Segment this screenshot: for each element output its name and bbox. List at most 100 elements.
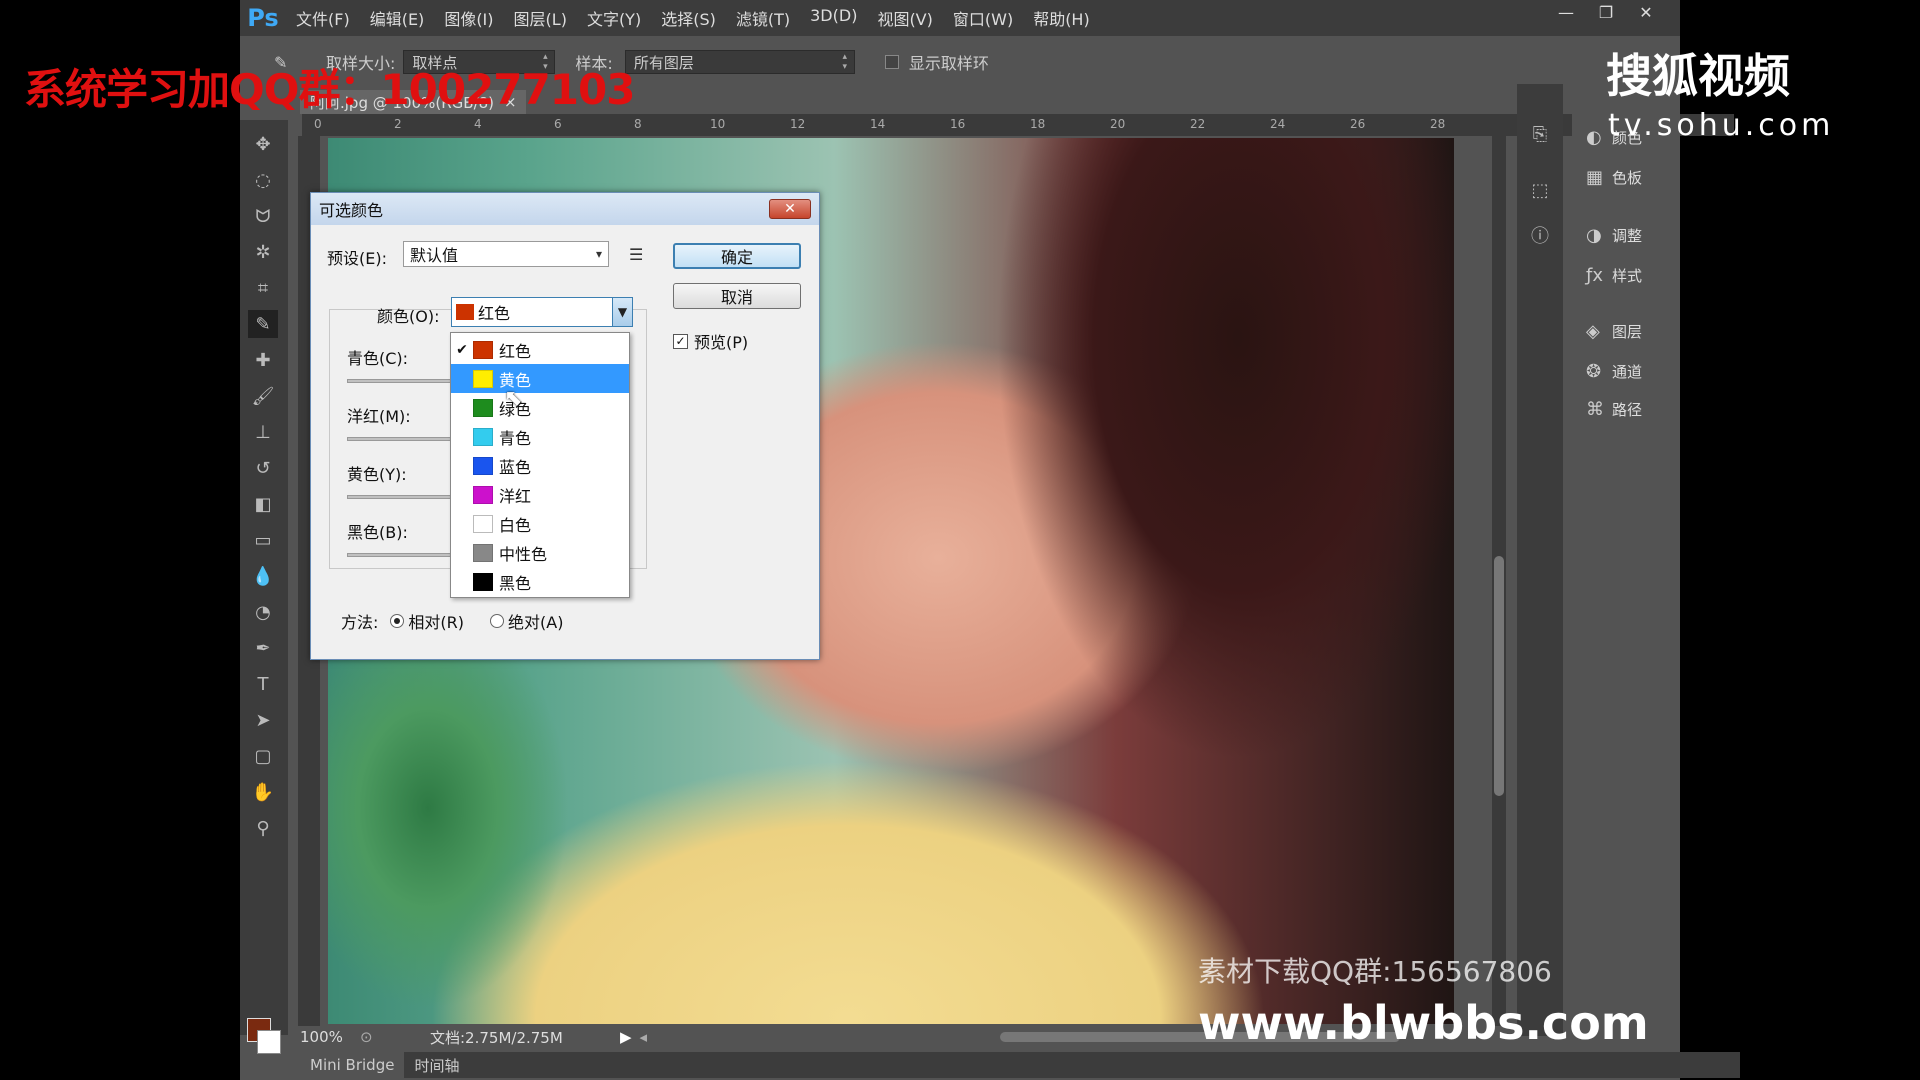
healing-brush-tool-icon[interactable]: ✚ xyxy=(248,346,278,374)
eraser-tool-icon[interactable]: ◧ xyxy=(248,490,278,518)
preset-select[interactable]: 默认值 xyxy=(403,241,609,267)
magic-wand-tool-icon[interactable]: ✲ xyxy=(248,238,278,266)
checkmark-icon: ✔ xyxy=(456,341,468,358)
panel-list: ◐ 颜色 ▦ 色板 ◑ 调整 ƒx 样式 ◈ 图层 ❂ 通道 ⌘ 路径 xyxy=(1572,84,1680,1036)
dropdown-item-label: 中性色 xyxy=(499,544,548,564)
panel-channels[interactable]: ❂ 通道 xyxy=(1572,354,1680,388)
preset-options-icon[interactable]: ☰ xyxy=(629,245,643,264)
show-ring-checkbox[interactable] xyxy=(884,55,899,69)
tab-timeline[interactable]: 时间轴 xyxy=(404,1052,469,1078)
absolute-label[interactable]: 绝对(A) xyxy=(508,609,563,633)
absolute-radio[interactable] xyxy=(490,614,505,628)
3d-icon[interactable]: ⬚ xyxy=(1529,180,1551,202)
brush-tool-icon[interactable]: 🖌 xyxy=(248,382,278,410)
cyan-label: 青色(C): xyxy=(347,349,409,368)
chevron-down-icon[interactable]: ▼ xyxy=(612,298,632,326)
preview-checkbox[interactable]: ✓ 预览(P) xyxy=(673,329,748,353)
menu-help[interactable]: 帮助(H) xyxy=(1023,6,1100,30)
menu-filter[interactable]: 滤镜(T) xyxy=(726,6,800,30)
status-menu-arrow-icon[interactable]: ▶ xyxy=(620,1028,632,1046)
dropdown-item-black[interactable]: 黑色 xyxy=(451,567,629,596)
dialog-titlebar[interactable]: 可选颜色 ✕ xyxy=(311,193,819,225)
tab-mini-bridge[interactable]: Mini Bridge xyxy=(300,1052,405,1078)
color-swatch xyxy=(473,340,493,359)
dropdown-item-white[interactable]: 白色 xyxy=(451,509,629,538)
menu-view[interactable]: 视图(V) xyxy=(867,6,942,30)
panel-swatches[interactable]: ▦ 色板 xyxy=(1572,160,1680,194)
zoom-tool-icon[interactable]: ⚲ xyxy=(248,814,278,842)
history-icon[interactable]: ⎘ xyxy=(1529,124,1551,146)
eyedropper-tool-icon[interactable]: ✎ xyxy=(248,310,278,338)
history-brush-tool-icon[interactable]: ↺ xyxy=(248,454,278,482)
paths-icon: ⌘ xyxy=(1586,398,1604,420)
ruler-tick: 22 xyxy=(1190,117,1206,131)
relative-radio[interactable] xyxy=(390,614,405,628)
panel-paths[interactable]: ⌘ 路径 xyxy=(1572,392,1680,426)
path-selection-tool-icon[interactable]: ➤ xyxy=(248,706,278,734)
panel-styles[interactable]: ƒx 样式 xyxy=(1572,258,1680,292)
sample-select[interactable]: 所有图层 xyxy=(624,50,855,74)
scroll-left-icon[interactable]: ◂ xyxy=(640,1028,648,1046)
blur-tool-icon[interactable]: 💧 xyxy=(248,562,278,590)
tools-panel: ✥ ◌ ᗢ ✲ ⌗ ✎ ✚ 🖌 ⊥ ↺ ◧ ▭ 💧 ◔ ✒ T ➤ ▢ ✋ ⚲ xyxy=(240,120,288,1054)
magenta-label: 洋红(M): xyxy=(347,407,411,426)
share-icon[interactable]: ⊙ xyxy=(360,1028,380,1046)
move-tool-icon[interactable]: ✥ xyxy=(248,130,278,158)
zoom-level[interactable]: 100% xyxy=(300,1028,360,1046)
dropdown-item-magenta[interactable]: 洋红 xyxy=(451,480,629,509)
panel-layers[interactable]: ◈ 图层 xyxy=(1572,314,1680,348)
menu-layer[interactable]: 图层(L) xyxy=(504,6,577,30)
lasso-tool-icon[interactable]: ᗢ xyxy=(248,202,278,230)
restore-button[interactable]: ❐ xyxy=(1586,0,1626,24)
background-color-swatch[interactable] xyxy=(257,1030,281,1054)
crop-tool-icon[interactable]: ⌗ xyxy=(248,274,278,302)
menu-file[interactable]: 文件(F) xyxy=(286,6,360,30)
color-swatch xyxy=(473,398,493,417)
document-size: 文档:2.75M/2.75M xyxy=(430,1028,563,1047)
show-ring-label: 显示取样环 xyxy=(908,54,989,73)
ok-button[interactable]: 确定 xyxy=(673,243,801,269)
colors-dropdown-list: ✔ 红色 黄色 绿色 青色 蓝色 洋红 白色 中性色 黑色 xyxy=(450,332,630,598)
gradient-tool-icon[interactable]: ▭ xyxy=(248,526,278,554)
color-swatch xyxy=(473,543,493,562)
panel-adjustments[interactable]: ◑ 调整 xyxy=(1572,218,1680,252)
menu-3d[interactable]: 3D(D) xyxy=(800,6,867,30)
menu-select[interactable]: 选择(S) xyxy=(651,6,726,30)
type-tool-icon[interactable]: T xyxy=(248,670,278,698)
ruler-tick: 16 xyxy=(950,117,966,131)
panel-icon-strip: ⎘ ⬚ ⓘ xyxy=(1517,84,1563,1036)
vertical-scrollbar[interactable] xyxy=(1492,136,1506,1026)
menu-window[interactable]: 窗口(W) xyxy=(943,6,1023,30)
dialog-close-button[interactable]: ✕ xyxy=(769,199,811,219)
preset-label: 预设(E): xyxy=(327,249,387,268)
dodge-tool-icon[interactable]: ◔ xyxy=(248,598,278,626)
minimize-button[interactable]: — xyxy=(1546,0,1586,24)
info-icon[interactable]: ⓘ xyxy=(1529,222,1551,247)
close-window-button[interactable]: ✕ xyxy=(1626,0,1666,24)
dialog-title: 可选颜色 xyxy=(319,201,384,220)
dropdown-item-blue[interactable]: 蓝色 xyxy=(451,451,629,480)
preview-label: 预览(P) xyxy=(694,333,749,352)
menu-image[interactable]: 图像(I) xyxy=(434,6,503,30)
colors-select[interactable]: 红色 ▼ xyxy=(451,297,633,327)
hand-tool-icon[interactable]: ✋ xyxy=(248,778,278,806)
mouse-cursor-icon: ⬉ xyxy=(504,386,523,411)
dropdown-item-red[interactable]: ✔ 红色 xyxy=(451,335,629,364)
dropdown-item-neutral[interactable]: 中性色 xyxy=(451,538,629,567)
panel-label: 样式 xyxy=(1612,266,1643,285)
menu-edit[interactable]: 编辑(E) xyxy=(360,6,435,30)
dropdown-item-green[interactable]: 绿色 xyxy=(451,393,629,422)
dropdown-item-cyan[interactable]: 青色 xyxy=(451,422,629,451)
menu-type[interactable]: 文字(Y) xyxy=(577,6,651,30)
marquee-tool-icon[interactable]: ◌ xyxy=(248,166,278,194)
ruler-tick: 26 xyxy=(1350,117,1366,131)
ruler-tick: 0 xyxy=(314,117,322,131)
pen-tool-icon[interactable]: ✒ xyxy=(248,634,278,662)
cancel-button[interactable]: 取消 xyxy=(673,283,801,309)
dropdown-item-yellow[interactable]: 黄色 xyxy=(451,364,629,393)
qq-group-watermark: 系统学习加QQ群：100277103 xyxy=(24,65,635,114)
clone-stamp-tool-icon[interactable]: ⊥ xyxy=(248,418,278,446)
shape-tool-icon[interactable]: ▢ xyxy=(248,742,278,770)
relative-label[interactable]: 相对(R) xyxy=(408,609,464,633)
vertical-scrollbar-thumb[interactable] xyxy=(1494,556,1504,796)
